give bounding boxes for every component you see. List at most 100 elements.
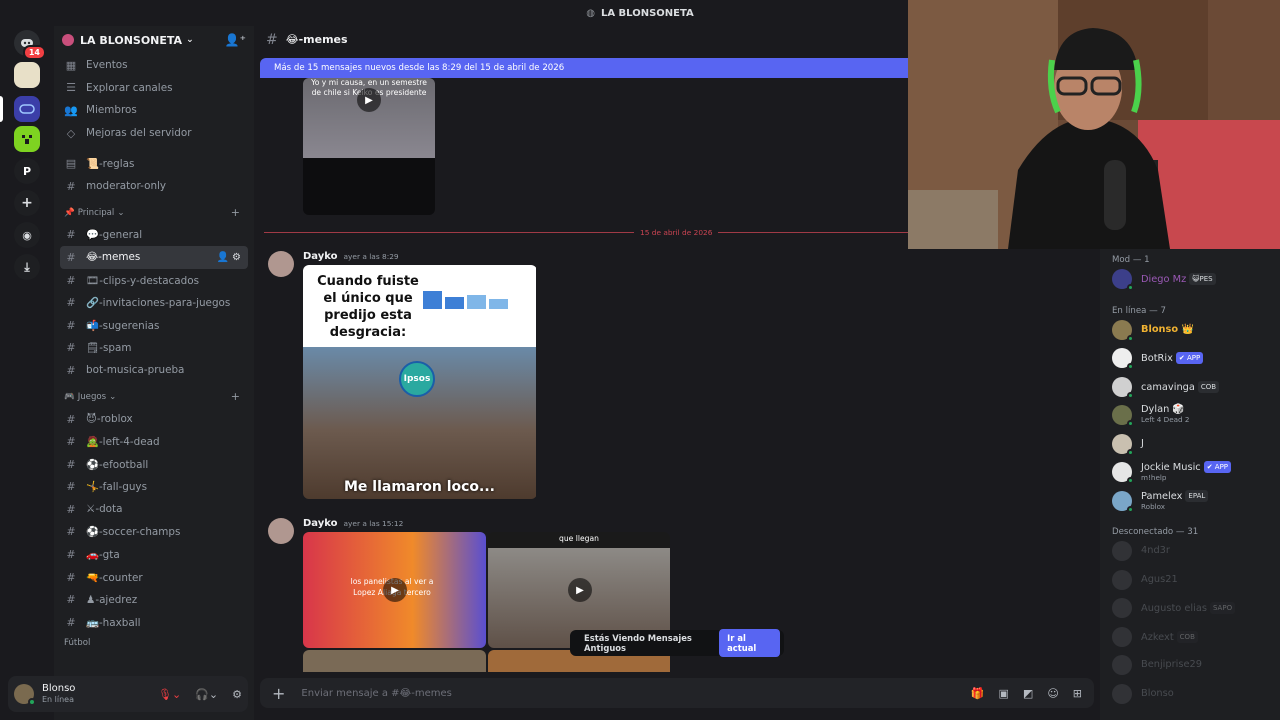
old-messages-toast: Estás Viendo Mensajes Antiguos Ir al act… xyxy=(570,629,784,657)
member-item[interactable]: Jockie Music ✔ APP m!help xyxy=(1112,458,1268,487)
server-icon-blonsoneta[interactable] xyxy=(14,96,40,122)
author-name[interactable]: Dayko xyxy=(303,518,338,529)
member-item[interactable]: camavinga COB xyxy=(1112,373,1268,402)
channel-invitaciones[interactable]: # 🔗-invitaciones-para-juegos xyxy=(60,291,248,314)
add-server-button[interactable]: + xyxy=(14,190,40,216)
channel-ajedrez[interactable]: # ♟-ajedrez xyxy=(60,588,248,611)
channel-gta[interactable]: # 🚗-gta xyxy=(60,543,248,566)
member-item[interactable]: Diego Mz 😺PES xyxy=(1112,265,1268,294)
channel-dota[interactable]: # ⚔-dota xyxy=(60,498,248,521)
video-attachment-2[interactable]: los panelistas al ver a Lopez Aliaga ter… xyxy=(303,532,486,648)
direct-messages-button[interactable]: 14 xyxy=(14,30,46,60)
member-item[interactable]: Blonso 👑 xyxy=(1112,316,1268,345)
video-attachment-1[interactable]: Yo y mi causa, en un semestre de chile s… xyxy=(303,78,435,215)
channel-moderator-only[interactable]: # moderator-only xyxy=(60,175,248,198)
channel-reglas[interactable]: ▤ 📜-reglas xyxy=(60,152,248,175)
avatar xyxy=(1112,490,1134,513)
video-attachment-4[interactable] xyxy=(303,650,486,672)
guild-header[interactable]: LA BLONSONETA ⌄ 👤⁺ xyxy=(54,26,254,54)
channel-settings-icons[interactable]: 👤⚙ xyxy=(217,252,244,263)
channel-haxball[interactable]: # 🚌-haxball xyxy=(60,611,248,634)
message-input[interactable]: Enviar mensaje a #😂-memes xyxy=(301,688,451,699)
channel-bot-musica[interactable]: # bot-musica-prueba xyxy=(60,359,248,382)
server-icon-green[interactable] xyxy=(14,126,40,152)
channel-fall-guys[interactable]: # 🤸-fall-guys xyxy=(60,476,248,499)
old-messages-notice: Estás Viendo Mensajes Antiguos xyxy=(584,633,692,653)
user-controls: 🎙⌄ 🎧⌄ ⚙ xyxy=(158,688,242,701)
author-name[interactable]: Dayko xyxy=(303,251,338,262)
server-icon-1[interactable] xyxy=(14,62,40,88)
boost-icon: ◇ xyxy=(66,126,76,140)
add-attachment-icon[interactable]: + xyxy=(272,684,285,703)
member-item[interactable]: Dylan 🎲 Left 4 Dead 2 xyxy=(1112,401,1268,430)
member-item[interactable]: Blonso xyxy=(1112,680,1268,709)
mic-muted-icon[interactable]: 🎙⌄ xyxy=(158,688,181,701)
pin-icon: 📌 xyxy=(64,207,75,218)
avatar[interactable] xyxy=(268,518,294,544)
member-item[interactable]: J xyxy=(1112,430,1268,459)
channel-left-4-dead[interactable]: # 🧟-left-4-dead xyxy=(60,430,248,453)
member-group-header: En línea — 7 xyxy=(1112,305,1166,316)
invite-people-icon[interactable]: 👤⁺ xyxy=(225,33,246,47)
hashtag-icon: # xyxy=(66,341,76,355)
download-icon[interactable]: ⤓ xyxy=(14,254,40,280)
headphones-icon[interactable]: 🎧⌄ xyxy=(195,688,218,701)
gear-icon[interactable]: ⚙ xyxy=(232,688,242,701)
sidebar-item-miembros[interactable]: 👥 Miembros xyxy=(60,99,248,122)
member-item[interactable]: BotRix ✔ APP xyxy=(1112,344,1268,373)
channel-efootball[interactable]: # ⚽-efootball xyxy=(60,453,248,476)
avatar xyxy=(1112,269,1134,292)
channel-sugerenias[interactable]: # 📬-sugerenias xyxy=(60,314,248,337)
channel-clips[interactable]: # 🎞-clips-y-destacados xyxy=(60,269,248,292)
channel-soccer-champs[interactable]: # ⚽-soccer-champs xyxy=(60,521,248,544)
sidebar-item-explorar[interactable]: ☰ Explorar canales xyxy=(60,77,248,100)
explore-icon[interactable]: ◉ xyxy=(14,222,40,248)
add-channel-icon[interactable]: + xyxy=(231,206,240,219)
hashtag-icon: # xyxy=(66,615,76,629)
channel-list: ▦ Eventos ☰ Explorar canales 👥 Miembros ◇ Me… xyxy=(54,54,254,648)
avatar xyxy=(1112,683,1132,704)
emoji-icon[interactable]: ☺ xyxy=(1047,687,1058,700)
status-dot xyxy=(1127,420,1134,428)
member-item[interactable]: Benjiprise29 xyxy=(1112,651,1268,680)
server-icon-p[interactable]: P xyxy=(14,158,40,184)
member-item[interactable]: 4nd3r xyxy=(1112,537,1268,566)
gift-icon[interactable]: 🎁 xyxy=(971,687,985,700)
category-futbol[interactable]: Fútbol xyxy=(60,638,248,648)
member-item[interactable]: Azkext COB xyxy=(1112,623,1268,652)
play-icon[interactable]: ▶ xyxy=(383,578,407,602)
channel-general[interactable]: # 💬-general xyxy=(60,224,248,247)
member-item[interactable]: Augusto elias SAPO xyxy=(1112,594,1268,623)
avatar[interactable] xyxy=(268,251,294,277)
avatar xyxy=(1112,405,1134,428)
add-channel-icon[interactable]: + xyxy=(231,390,240,403)
image-attachment-meme[interactable]: Cuando fuiste el único que predijo esta … xyxy=(303,265,537,499)
gif-icon[interactable]: ▣ xyxy=(999,687,1009,700)
server-icon-small: ◍ xyxy=(586,7,595,19)
channel-roblox[interactable]: # 😈-roblox xyxy=(60,408,248,431)
calendar-icon: ▦ xyxy=(65,58,77,72)
category-principal[interactable]: 📌 Principal ⌄ + xyxy=(60,202,248,224)
new-messages-bar[interactable]: Más de 15 mensajes nuevos desde las 8:29… xyxy=(260,58,910,78)
play-icon[interactable]: ▶ xyxy=(568,578,592,602)
play-icon[interactable]: ▶ xyxy=(357,88,381,112)
meme-bar-graphic xyxy=(423,291,508,309)
jump-to-present-button[interactable]: Ir al actual xyxy=(719,629,780,657)
sidebar-item-eventos[interactable]: ▦ Eventos xyxy=(60,54,248,77)
apps-icon[interactable]: ⊞ xyxy=(1073,687,1082,700)
member-item[interactable]: Agus21 xyxy=(1112,566,1268,595)
sticker-icon[interactable]: ◩ xyxy=(1023,687,1033,700)
sidebar-item-mejoras[interactable]: ◇ Mejoras del servidor xyxy=(60,122,248,145)
category-juegos[interactable]: 🎮 Juegos ⌄ + xyxy=(60,386,248,408)
hashtag-icon: # xyxy=(66,548,76,562)
status-dot xyxy=(1127,477,1134,485)
channel-counter[interactable]: # 🔫-counter xyxy=(60,566,248,589)
app-badge: ✔ APP xyxy=(1203,461,1232,474)
member-item[interactable]: Pamelex EPAL Roblox xyxy=(1112,487,1268,516)
channel-spam[interactable]: # 🗒-spam xyxy=(60,337,248,360)
avatar[interactable] xyxy=(14,684,36,706)
channel-memes[interactable]: # 😂-memes 👤⚙ xyxy=(60,246,248,269)
meme-caption: Me llamaron loco... xyxy=(343,479,496,495)
message-composer[interactable]: + Enviar mensaje a #😂-memes 🎁 ▣ ◩ ☺ ⊞ xyxy=(260,678,1094,708)
user-info[interactable]: Blonso En línea xyxy=(42,683,75,705)
